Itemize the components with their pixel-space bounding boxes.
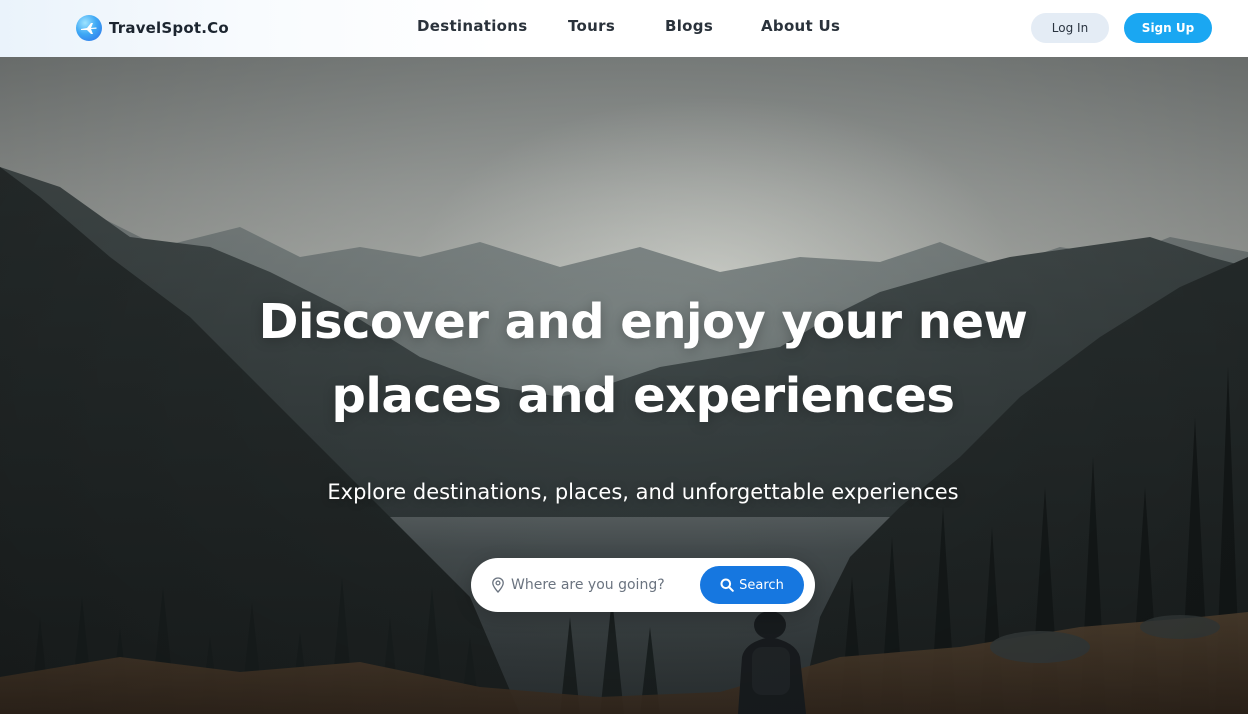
- destination-search-input[interactable]: [511, 572, 667, 598]
- nav-link-tours[interactable]: Tours: [568, 17, 615, 35]
- search-button[interactable]: Search: [700, 566, 804, 604]
- nav-link-destinations[interactable]: Destinations: [417, 17, 528, 35]
- plane-icon: [76, 14, 102, 41]
- hero-subtitle: Explore destinations, places, and unforg…: [327, 480, 959, 504]
- map-pin-icon: [492, 577, 504, 593]
- search-icon: [720, 578, 734, 592]
- top-navbar: TravelSpot.Co Destinations Tours Blogs A…: [0, 0, 1248, 57]
- hero-title: Discover and enjoy your new places and e…: [240, 285, 1046, 433]
- login-button[interactable]: Log In: [1031, 13, 1109, 43]
- brand-logo-link[interactable]: TravelSpot.Co: [76, 14, 229, 41]
- nav-link-about-us[interactable]: About Us: [761, 17, 840, 35]
- brand-name: TravelSpot.Co: [109, 18, 229, 37]
- search-bar: Search: [471, 558, 815, 612]
- hero-title-line-1: Discover and enjoy your new: [258, 294, 1028, 350]
- hero-section: Discover and enjoy your new places and e…: [0, 57, 1248, 714]
- search-button-label: Search: [739, 577, 784, 593]
- nav-link-blogs[interactable]: Blogs: [665, 17, 713, 35]
- signup-button[interactable]: Sign Up: [1124, 13, 1212, 43]
- hero-title-line-2: places and experiences: [331, 368, 955, 424]
